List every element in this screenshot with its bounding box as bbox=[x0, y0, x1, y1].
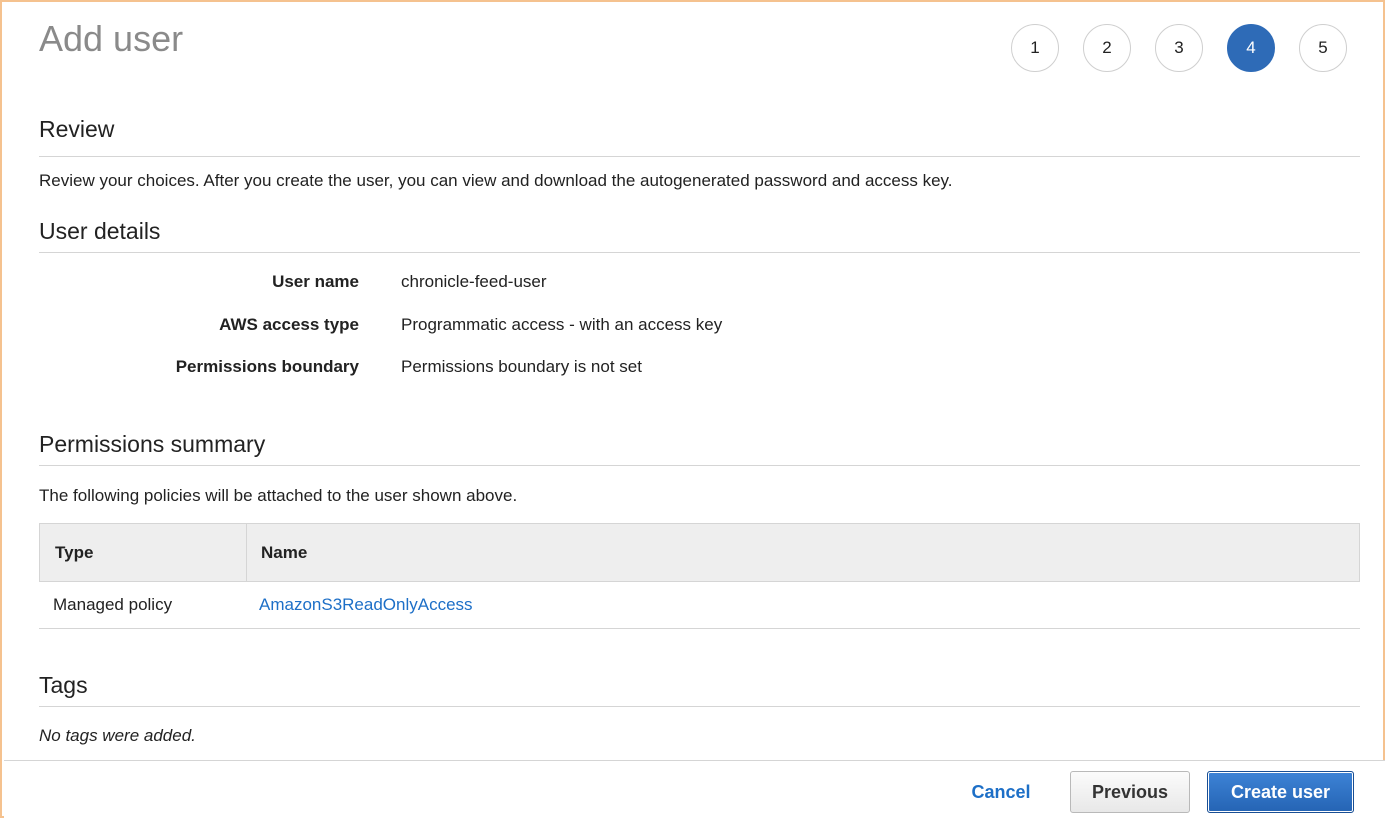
detail-value: Permissions boundary is not set bbox=[401, 357, 642, 376]
page-title: Add user bbox=[39, 18, 184, 59]
wizard-frame: Add user 1 2 3 4 5 Review Review your ch… bbox=[0, 0, 1385, 818]
review-description: Review your choices. After you create th… bbox=[39, 171, 953, 190]
step-1[interactable]: 1 bbox=[1011, 24, 1059, 72]
permissions-summary-divider bbox=[39, 465, 1360, 466]
detail-label: User name bbox=[272, 272, 359, 291]
tags-divider bbox=[39, 706, 1360, 707]
tags-empty-text: No tags were added. bbox=[39, 726, 196, 745]
detail-row-permissions-boundary: Permissions boundary Permissions boundar… bbox=[39, 357, 939, 381]
policy-type-cell: Managed policy bbox=[53, 595, 173, 614]
table-row: Managed policy AmazonS3ReadOnlyAccess bbox=[39, 582, 1360, 629]
policy-name-link[interactable]: AmazonS3ReadOnlyAccess bbox=[246, 595, 473, 615]
detail-value: Programmatic access - with an access key bbox=[401, 315, 723, 334]
previous-button[interactable]: Previous bbox=[1070, 771, 1190, 813]
detail-label: AWS access type bbox=[219, 315, 359, 334]
step-2[interactable]: 2 bbox=[1083, 24, 1131, 72]
permissions-summary-heading: Permissions summary bbox=[39, 431, 266, 457]
step-5: 5 bbox=[1299, 24, 1347, 72]
permissions-summary-description: The following policies will be attached … bbox=[39, 486, 518, 505]
step-4-current: 4 bbox=[1227, 24, 1275, 72]
detail-value: chronicle-feed-user bbox=[401, 272, 547, 291]
cancel-button[interactable]: Cancel bbox=[957, 774, 1045, 810]
column-header-name: Name bbox=[261, 542, 308, 562]
wizard-steps: 1 2 3 4 5 bbox=[1011, 24, 1347, 72]
review-divider bbox=[39, 156, 1360, 157]
detail-row-user-name: User name chronicle-feed-user bbox=[39, 272, 939, 296]
step-3[interactable]: 3 bbox=[1155, 24, 1203, 72]
tags-heading: Tags bbox=[39, 672, 88, 698]
create-user-button[interactable]: Create user bbox=[1207, 771, 1354, 813]
policies-table: Type Name Managed policy AmazonS3ReadOnl… bbox=[39, 523, 1360, 629]
review-heading: Review bbox=[39, 116, 115, 142]
user-details-heading: User details bbox=[39, 218, 161, 244]
column-header-type: Type bbox=[40, 524, 247, 581]
detail-label: Permissions boundary bbox=[175, 357, 359, 376]
detail-row-access-type: AWS access type Programmatic access - wi… bbox=[39, 315, 939, 339]
user-details-divider bbox=[39, 252, 1360, 253]
table-header: Type Name bbox=[39, 523, 1360, 582]
